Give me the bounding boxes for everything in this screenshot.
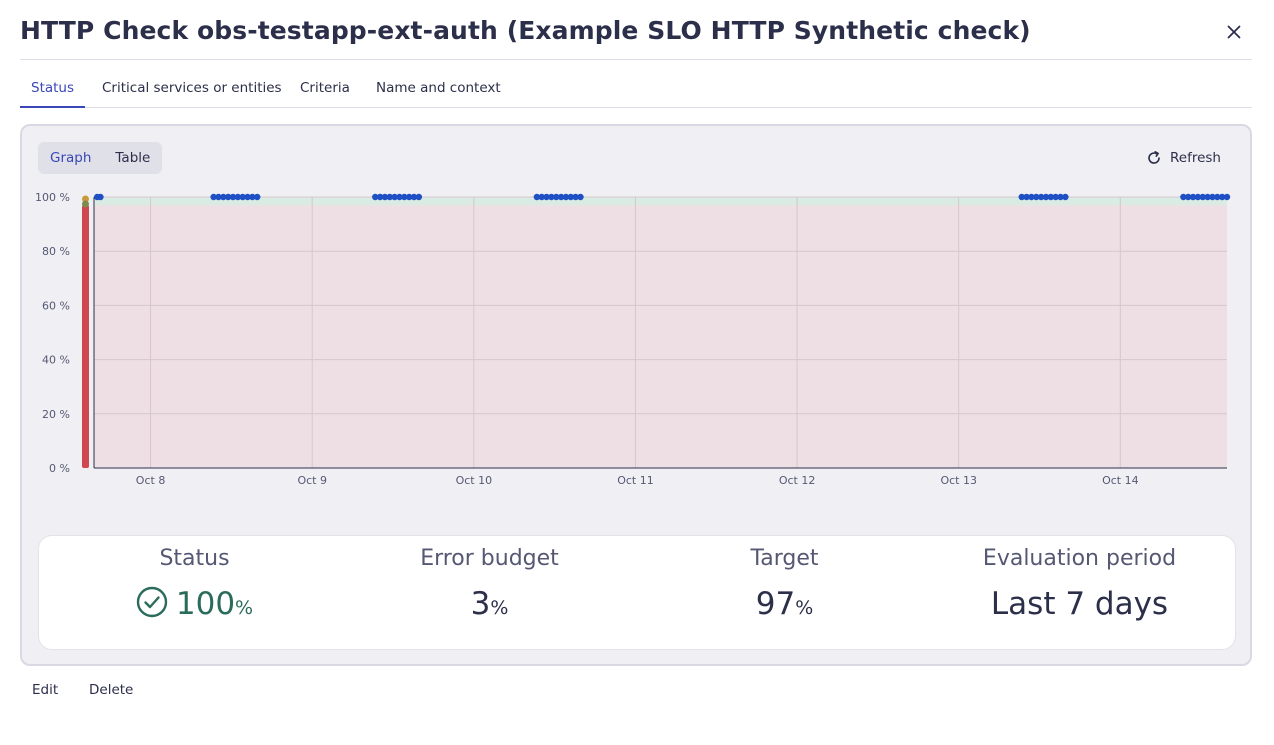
dialog-title: HTTP Check obs-testapp-ext-auth (Example… <box>20 16 1031 45</box>
tab-status[interactable]: Status <box>20 70 86 108</box>
y-tick-label: 60 % <box>42 299 70 312</box>
tab-name-and-context[interactable]: Name and context <box>365 70 512 108</box>
header-divider <box>20 59 1252 60</box>
status-value: 100 <box>175 586 236 622</box>
tab-criteria[interactable]: Criteria <box>289 70 361 108</box>
tab-critical-services[interactable]: Critical services or entities <box>91 70 293 108</box>
delete-button[interactable]: Delete <box>89 682 133 698</box>
status-bar-marker <box>82 200 89 208</box>
data-point <box>97 193 104 201</box>
kpi-error-budget: Error budget 3% <box>342 536 637 651</box>
check-circle-icon <box>136 586 168 618</box>
close-icon[interactable] <box>1222 20 1246 44</box>
y-tick-label: 100 % <box>35 191 70 204</box>
x-tick-label: Oct 10 <box>456 474 493 487</box>
error-budget-band <box>94 205 1227 468</box>
kpi-evaluation-period: Evaluation period Last 7 days <box>932 536 1227 651</box>
status-label: Status <box>159 546 230 571</box>
status-unit: % <box>235 597 254 619</box>
x-tick-label: Oct 9 <box>297 474 327 487</box>
y-tick-label: 80 % <box>42 245 70 258</box>
target-label: Target <box>750 546 819 571</box>
data-point <box>1223 193 1231 201</box>
edit-button[interactable]: Edit <box>32 682 58 698</box>
x-tick-label: Oct 8 <box>136 474 166 487</box>
status-value-row: 100% <box>47 586 342 622</box>
slo-chart: 100 % 80 % 60 % 40 % 20 % 0 % Oct 8 Oct 9 Oct 10… <box>35 191 1231 487</box>
data-point <box>254 193 261 201</box>
target-value: 97 <box>755 586 796 622</box>
kpi-target: Target 97% <box>637 536 932 651</box>
y-tick-label: 40 % <box>42 354 70 367</box>
status-bar <box>82 205 89 468</box>
error-budget-value-row: 3% <box>342 586 637 622</box>
error-budget-value: 3 <box>470 586 491 622</box>
evaluation-period-value: Last 7 days <box>990 586 1169 622</box>
kpi-card: Status 100% Error budget 3% Target 97% E… <box>38 535 1236 650</box>
error-budget-unit: % <box>490 597 509 619</box>
data-point <box>415 193 423 201</box>
target-value-row: 97% <box>637 586 932 622</box>
y-tick-label: 0 % <box>49 462 70 475</box>
data-point <box>1062 193 1069 201</box>
x-tick-label: Oct 11 <box>617 474 654 487</box>
error-budget-label: Error budget <box>420 546 559 571</box>
x-tick-label: Oct 13 <box>940 474 977 487</box>
data-point <box>577 193 584 201</box>
kpi-status: Status 100% <box>47 536 342 651</box>
y-tick-label: 20 % <box>42 408 70 421</box>
evaluation-period-label: Evaluation period <box>982 546 1177 571</box>
x-tick-label: Oct 12 <box>779 474 816 487</box>
status-panel: Graph Table Refresh 100 % 80 % 60 % 40 % 20 … <box>20 124 1252 666</box>
tab-bar: Status Critical services or entities Cri… <box>20 70 1252 108</box>
x-tick-label: Oct 14 <box>1102 474 1139 487</box>
target-unit: % <box>795 597 814 619</box>
